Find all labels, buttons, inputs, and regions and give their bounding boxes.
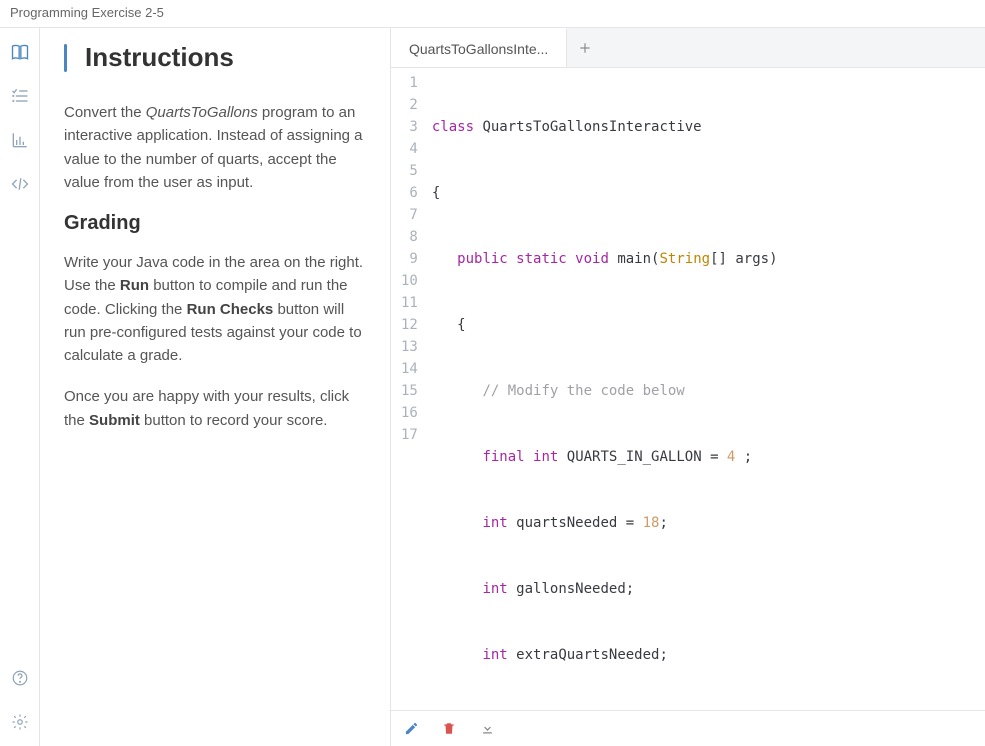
editor-toolbar [391,710,985,746]
trash-icon[interactable] [441,721,457,737]
download-icon[interactable] [479,721,495,737]
settings-icon[interactable] [10,712,30,732]
add-tab-button[interactable] [567,41,603,55]
help-icon[interactable] [10,668,30,688]
instructions-panel: Instructions Convert the QuartsToGallons… [40,28,390,746]
editor-panel: QuartsToGallonsInte... 12345678910111213… [390,28,985,746]
line-gutter: 1234567891011121314151617 [391,68,426,710]
editor-tab-active[interactable]: QuartsToGallonsInte... [391,28,567,67]
instructions-para-1: Convert the QuartsToGallons program to a… [64,101,366,194]
grading-heading: Grading [64,212,366,235]
instructions-heading: Instructions [85,42,234,73]
chart-icon[interactable] [10,130,30,150]
editor-tabs: QuartsToGallonsInte... [391,28,985,68]
tasks-icon[interactable] [10,86,30,106]
instructions-para-3: Once you are happy with your results, cl… [64,385,366,432]
accent-bar [64,44,67,72]
code-icon[interactable] [10,174,30,194]
book-icon[interactable] [10,42,30,62]
code-editor[interactable]: 1234567891011121314151617 class QuartsTo… [391,68,985,710]
window-title: Programming Exercise 2-5 [0,0,985,28]
sidebar [0,28,40,746]
edit-icon[interactable] [403,721,419,737]
instructions-para-2: Write your Java code in the area on the … [64,251,366,367]
code-content[interactable]: class QuartsToGallonsInteractive { publi… [426,68,980,710]
